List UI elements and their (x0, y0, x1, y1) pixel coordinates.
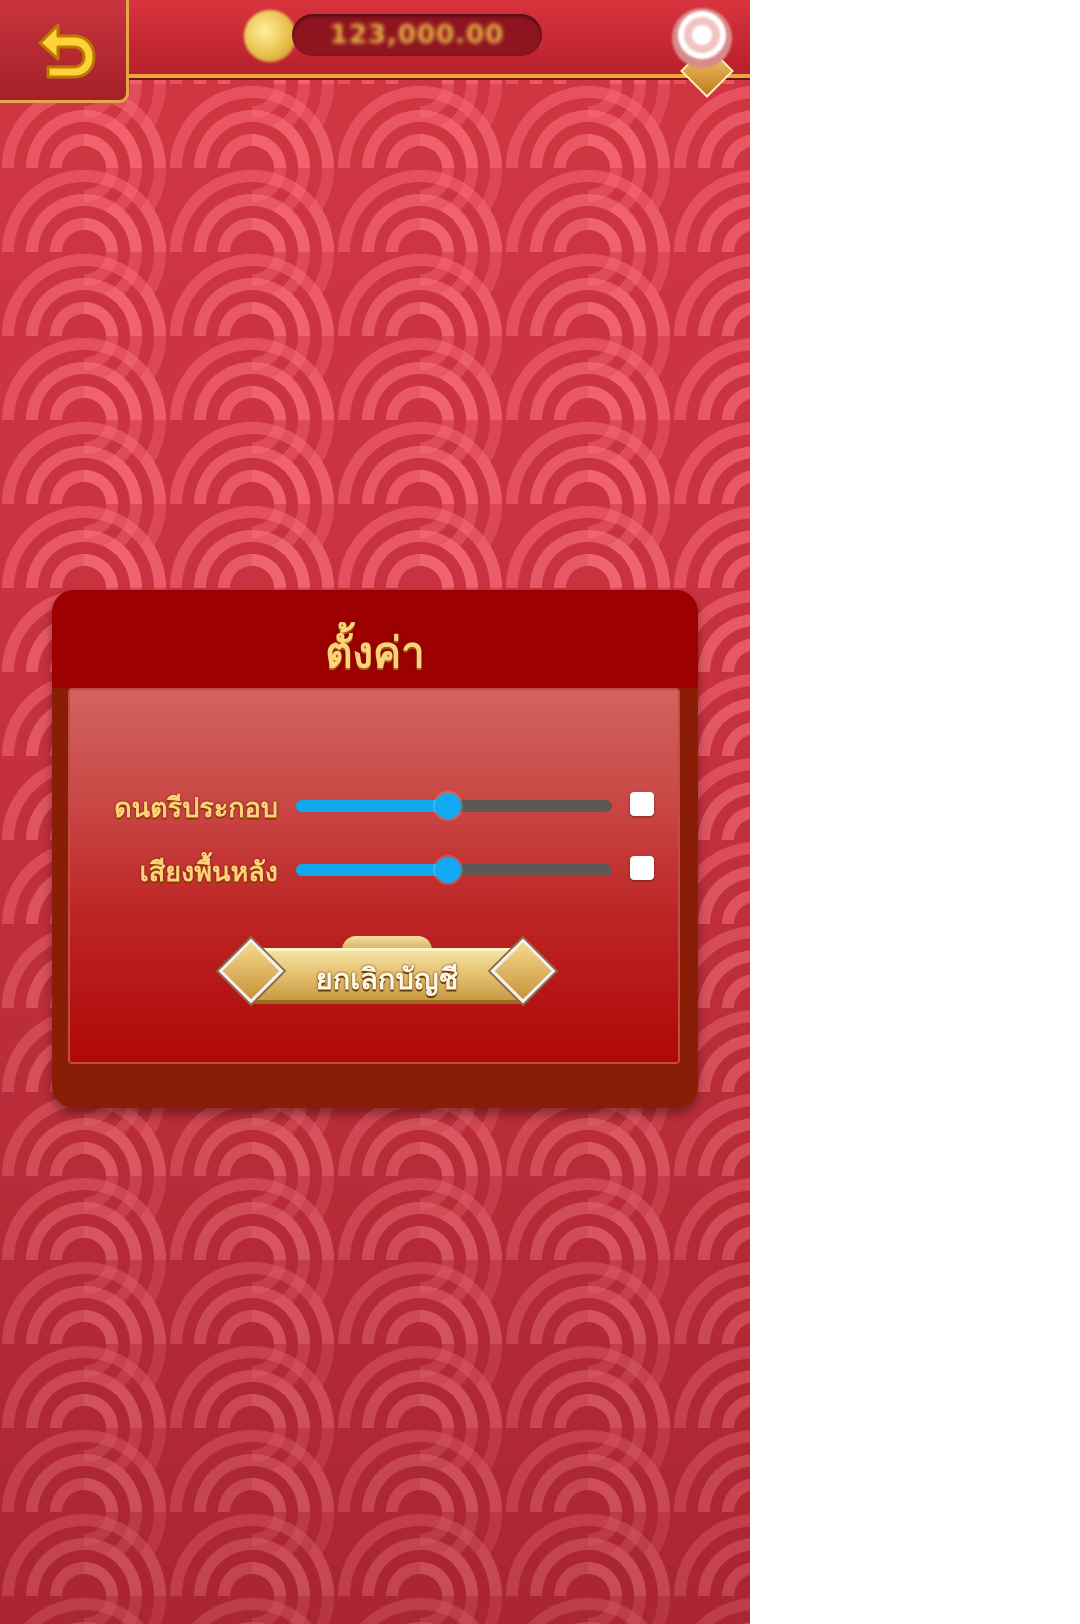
sound-label: เสียงพื้นหลัง (139, 857, 279, 888)
music-setting-row: ดนตรีประกอบ (70, 782, 682, 826)
sound-slider-fill (296, 864, 448, 876)
back-button[interactable] (0, 0, 129, 103)
sound-volume-slider[interactable] (296, 857, 612, 883)
music-volume-slider[interactable] (296, 793, 612, 819)
settings-dialog: ตั้งค่า ดนตรีประกอบ เสียงพื้นหลัง ยกเลิก… (52, 590, 698, 1108)
cancel-account-label: ยกเลิกบัญชี (315, 962, 459, 996)
music-slider-fill (296, 800, 448, 812)
music-label: ดนตรีประกอบ (114, 793, 278, 824)
music-slider-handle[interactable] (434, 793, 461, 819)
sound-setting-row: เสียงพื้นหลัง (70, 846, 682, 890)
sound-slider-handle[interactable] (434, 857, 461, 883)
avatar-icon[interactable] (672, 8, 732, 68)
balance-display: 123,000.00 (292, 14, 542, 56)
sound-checkbox[interactable] (630, 856, 654, 880)
balance-value: 123,000.00 (329, 20, 505, 50)
music-checkbox[interactable] (630, 792, 654, 816)
back-arrow-icon (38, 23, 96, 79)
coin-icon (244, 10, 296, 62)
dialog-title: ตั้งค่า (325, 628, 425, 677)
game-screen: 123,000.00 ตั้งค่า ดนตรีประกอบ เสียงพื้น… (0, 0, 750, 1624)
dialog-body: ดนตรีประกอบ เสียงพื้นหลัง ยกเลิกบัญชี (68, 688, 680, 1064)
cancel-account-button[interactable]: ยกเลิกบัญชี (218, 936, 556, 1010)
dialog-header: ตั้งค่า (52, 590, 698, 688)
